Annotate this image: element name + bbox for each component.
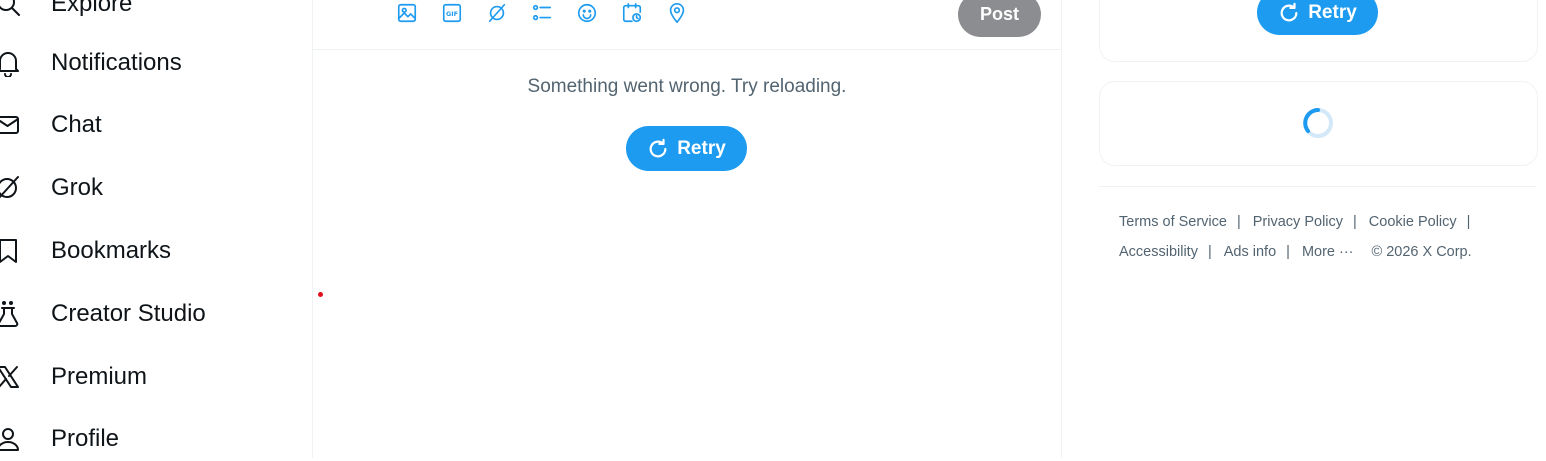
emoji-icon[interactable]: [576, 2, 600, 26]
nav-label-chat: Chat: [51, 111, 102, 138]
nav-label-profile: Profile: [51, 425, 120, 452]
footer-separator: |: [1207, 244, 1212, 260]
main-divider: [1061, 0, 1062, 458]
feed-retry-label: Retry: [677, 137, 726, 159]
x-logo-icon: [0, 363, 22, 391]
footer-separator: |: [1236, 214, 1241, 230]
footer-privacy-link[interactable]: Privacy Policy: [1253, 214, 1343, 230]
image-icon[interactable]: [396, 2, 420, 26]
nav-label-explore: Explore: [51, 0, 133, 17]
location-icon[interactable]: [666, 2, 690, 26]
footer-cookie-link[interactable]: Cookie Policy: [1369, 214, 1457, 230]
footer-more-link[interactable]: More ···: [1302, 244, 1354, 260]
footer-ads-info-link[interactable]: Ads info: [1224, 244, 1276, 260]
nav-label-bookmarks: Bookmarks: [51, 237, 172, 264]
indicator-dot: [318, 292, 323, 297]
sidebar-divider: [1099, 186, 1536, 187]
nav-divider: [312, 0, 313, 458]
refresh-icon: [1280, 2, 1298, 21]
grok-icon: [0, 174, 22, 202]
nav-label-premium: Premium: [51, 363, 148, 390]
schedule-icon[interactable]: [621, 2, 645, 26]
sidebar-retry-button[interactable]: Retry: [1257, 0, 1378, 35]
footer-accessibility-link[interactable]: Accessibility: [1119, 244, 1198, 260]
flask-icon: [0, 300, 22, 328]
bell-icon: [0, 49, 22, 78]
gif-icon[interactable]: GIF: [441, 2, 465, 26]
post-button[interactable]: Post: [958, 0, 1041, 37]
primary-nav: Explore Notifications Chat Grok Bookmark…: [0, 0, 312, 458]
sidebar-retry-label: Retry: [1308, 1, 1357, 23]
svg-text:GIF: GIF: [446, 10, 458, 18]
person-icon: [0, 425, 22, 453]
footer-terms-link[interactable]: Terms of Service: [1119, 214, 1227, 230]
grok-icon[interactable]: [486, 2, 510, 26]
nav-label-grok: Grok: [51, 174, 104, 201]
feed-retry-button[interactable]: Retry: [626, 126, 747, 171]
envelope-icon: [0, 111, 22, 139]
compose-divider: [313, 49, 1061, 50]
footer-copyright: © 2026 X Corp.: [1371, 244, 1472, 260]
footer-separator: |: [1466, 214, 1471, 230]
refresh-icon: [649, 138, 667, 157]
poll-icon[interactable]: [531, 2, 555, 26]
bookmark-icon: [0, 237, 22, 265]
nav-label-creator-studio: Creator Studio: [51, 300, 206, 327]
footer-separator: |: [1286, 244, 1290, 260]
search-icon: [0, 0, 22, 18]
loading-spinner-icon: [1303, 108, 1333, 138]
feed-error-message: Something went wrong. Try reloading.: [527, 76, 847, 97]
footer-separator: |: [1353, 214, 1357, 230]
nav-label-notifications: Notifications: [51, 49, 182, 76]
